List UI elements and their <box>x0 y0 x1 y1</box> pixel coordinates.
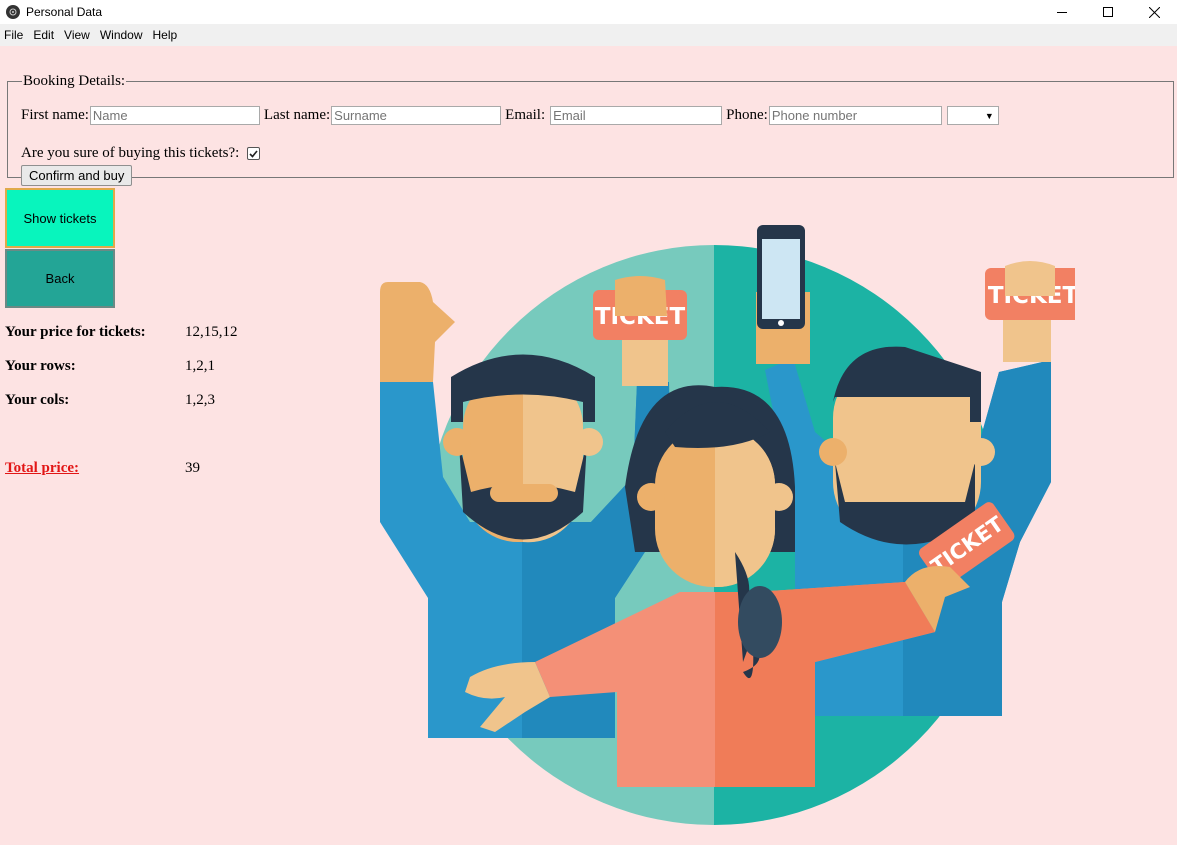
checkmark-icon <box>249 149 258 158</box>
first-name-input[interactable] <box>89 106 260 125</box>
menu-bar: File Edit View Window Help <box>0 24 1177 46</box>
total-price-value: 39 <box>185 460 200 476</box>
price-label: Your price for tickets: <box>5 324 146 340</box>
price-value: 12,15,12 <box>185 324 238 340</box>
minimize-icon[interactable] <box>1039 0 1085 24</box>
booking-legend: Booking Details: <box>23 73 126 89</box>
email-input[interactable] <box>550 106 723 125</box>
window-controls <box>1039 0 1177 24</box>
cols-label: Your cols: <box>5 392 70 408</box>
rows-value: 1,2,1 <box>185 358 215 374</box>
title-bar: Personal Data <box>0 0 1177 24</box>
last-name-input[interactable] <box>331 106 502 125</box>
booking-details-fieldset: Booking Details: First name: Last name: … <box>7 73 1174 186</box>
phone-code-select[interactable]: ▼ <box>946 106 999 125</box>
rows-label: Your rows: <box>5 358 76 374</box>
email-label: Email: <box>505 107 546 123</box>
personal-fields-row: First name: Last name: Email: Phone: ▼ <box>21 106 999 125</box>
menu-help[interactable]: Help <box>149 28 184 42</box>
maximize-icon[interactable] <box>1085 0 1131 24</box>
confirm-checkbox[interactable] <box>247 147 261 160</box>
back-button[interactable]: Back <box>5 249 115 308</box>
phone-input[interactable] <box>768 106 942 125</box>
menu-edit[interactable]: Edit <box>29 28 60 42</box>
menu-window[interactable]: Window <box>96 28 149 42</box>
phone-label: Phone: <box>726 107 768 123</box>
show-tickets-button[interactable]: Show tickets <box>5 188 115 248</box>
last-name-label: Last name: <box>263 107 331 123</box>
cols-value: 1,2,3 <box>185 392 215 408</box>
chevron-down-icon: ▼ <box>984 110 994 121</box>
people-with-tickets-illustration: TICKET TICKET TICKET <box>380 225 1075 825</box>
close-icon[interactable] <box>1131 0 1177 24</box>
first-name-label: First name: <box>21 107 89 123</box>
confirm-and-buy-button[interactable]: Confirm and buy <box>21 165 133 186</box>
menu-file[interactable]: File <box>0 28 29 42</box>
menu-view[interactable]: View <box>60 28 96 42</box>
confirm-row: Are you sure of buying this tickets?: <box>21 145 261 162</box>
total-price-label: Total price: <box>5 460 80 476</box>
confirm-question-label: Are you sure of buying this tickets?: <box>21 145 240 161</box>
app-icon <box>6 5 20 19</box>
window-title: Personal Data <box>26 5 103 19</box>
